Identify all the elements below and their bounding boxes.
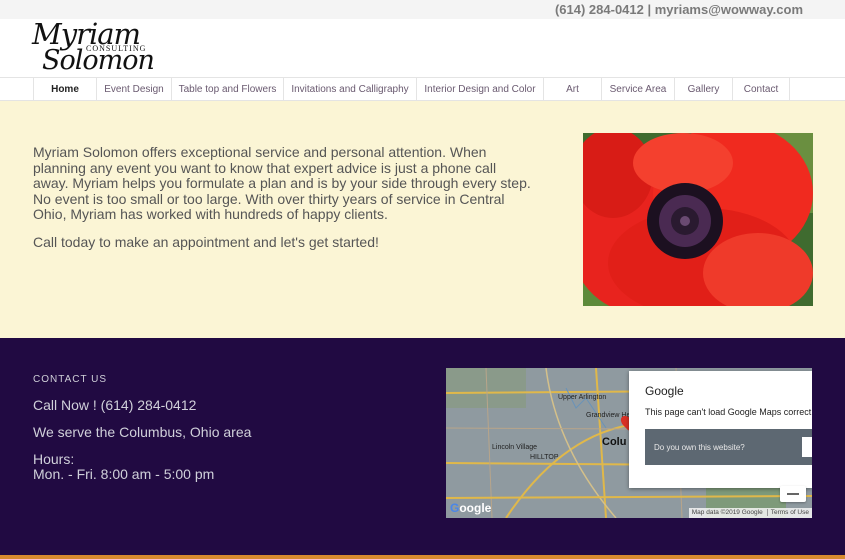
header-contact: (614) 284-0412 | myriams@wowway.com <box>554 2 803 17</box>
map-attribution: Map data ©2019 Google Terms of Use <box>688 508 812 518</box>
map-label-upper-arlington: Upper Arlington <box>558 394 607 401</box>
site-logo[interactable]: Myriam CONSULTING Solomon <box>30 17 155 79</box>
call-now-text: Call Now ! (614) 284-0412 <box>33 397 197 413</box>
intro-section: Myriam Solomon offers exceptional servic… <box>0 101 845 338</box>
intro-paragraph: Myriam Solomon offers exceptional servic… <box>33 144 531 223</box>
map-label-lincoln-village: Lincoln Village <box>492 444 538 451</box>
nav-item-event-design[interactable]: Event Design <box>96 78 171 100</box>
nav-item-gallery[interactable]: Gallery <box>674 78 732 100</box>
google-map[interactable]: Upper Arlington Grandview Heights Lincol… <box>446 368 812 518</box>
dialog-message: This page can't load Google Maps correct <box>645 407 812 417</box>
map-label-hilltop: HILLTOP <box>530 454 559 461</box>
footer-accent-stripe <box>0 555 845 559</box>
nav-item-interior-design[interactable]: Interior Design and Color <box>416 78 543 100</box>
hours-label: Hours: <box>33 451 75 467</box>
dialog-title: Google <box>645 384 684 398</box>
intro-call-to-action: Call today to make an appointment and le… <box>33 234 379 250</box>
dialog-owner-bar: Do you own this website? <box>645 429 812 465</box>
contact-footer: CONTACT US Call Now ! (614) 284-0412 We … <box>0 338 845 559</box>
nav-item-art[interactable]: Art <box>543 78 601 100</box>
nav-item-service-area[interactable]: Service Area <box>601 78 674 100</box>
dialog-ok-button[interactable] <box>802 437 812 457</box>
terms-of-use-link[interactable]: Terms of Use <box>766 509 809 516</box>
main-nav: Home Event Design Table top and Flowers … <box>0 77 845 101</box>
poppy-photo <box>583 133 813 306</box>
map-error-dialog: Google This page can't load Google Maps … <box>629 371 812 488</box>
map-data-credit: Map data ©2019 Google <box>691 509 763 516</box>
dialog-owner-question: Do you own this website? <box>654 443 745 452</box>
zoom-out-button[interactable] <box>780 486 806 502</box>
map-label-columbus: Colu <box>602 436 627 448</box>
nav-item-table-top[interactable]: Table top and Flowers <box>171 78 283 100</box>
service-area-text: We serve the Columbus, Ohio area <box>33 424 252 440</box>
nav-item-contact[interactable]: Contact <box>732 78 790 100</box>
logo-name-last: Solomon <box>42 45 155 76</box>
hours-text: Mon. - Fri. 8:00 am - 5:00 pm <box>33 466 215 482</box>
nav-item-invitations[interactable]: Invitations and Calligraphy <box>283 78 416 100</box>
nav-item-home[interactable]: Home <box>33 78 96 100</box>
google-logo: Google <box>450 501 492 515</box>
contact-heading: CONTACT US <box>33 374 108 385</box>
